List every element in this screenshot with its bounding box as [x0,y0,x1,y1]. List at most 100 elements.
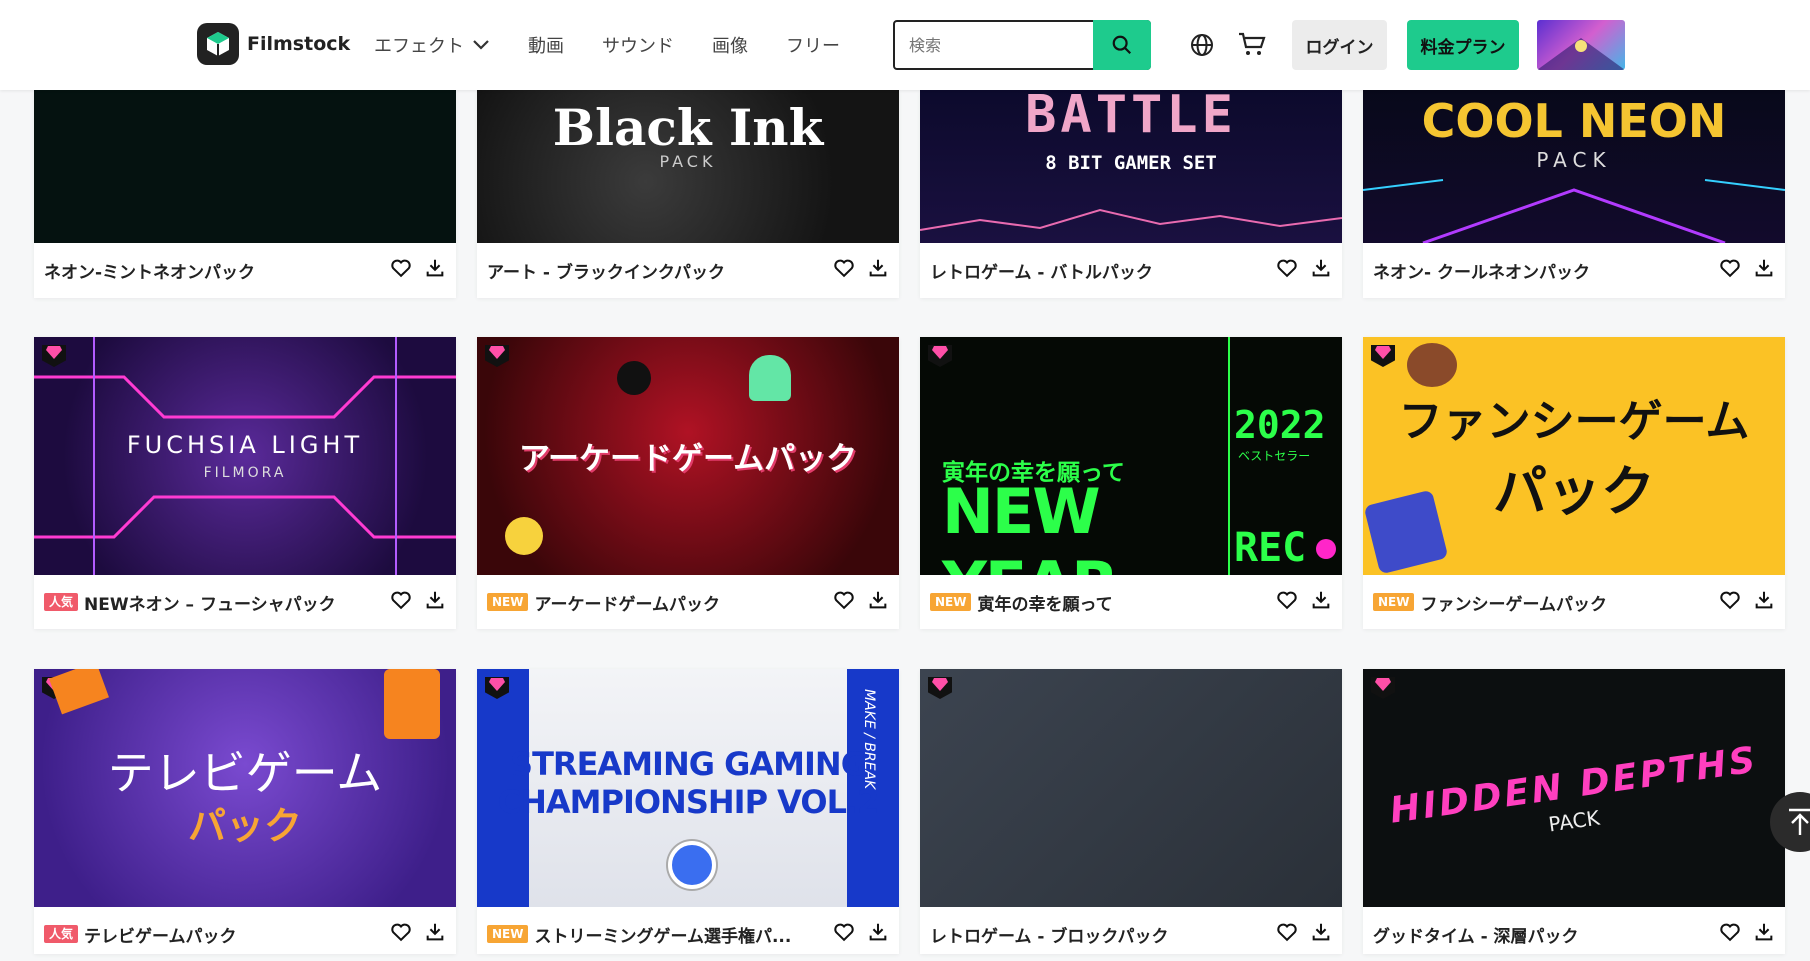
card-title[interactable]: ネオン- クールネオンパック [1373,258,1590,283]
heart-icon[interactable] [1719,257,1741,283]
premium-gem-icon [1371,677,1395,699]
thumb-title: ファンシーゲーム [1398,396,1750,447]
card-title-text: ファンシーゲームパック [1420,594,1607,615]
card-title[interactable]: NEW ファンシーゲームパック [1373,590,1607,615]
thumb-title: COOL NEON [1421,94,1727,148]
download-icon[interactable] [1310,589,1332,615]
download-icon[interactable] [867,257,889,283]
card-thumbnail[interactable]: MAKE / BREAK STREAMING GAMING CHAMPIONSH… [477,669,899,907]
thumb-title: アーケードゲームパック [518,441,858,477]
nav-label: エフェクト [374,36,464,57]
card-thumbnail[interactable]: アーケードゲームパック [477,337,899,575]
heart-icon[interactable] [390,257,412,283]
cart-icon[interactable] [1238,32,1266,62]
thumb-title: テレビゲーム [107,746,383,800]
heart-icon[interactable] [1719,589,1741,615]
effect-card[interactable]: レトロゲーム - ブロックパック [920,669,1342,954]
effect-card[interactable]: COOL NEON PACK ネオン- クールネオンパック [1363,90,1785,298]
nav-image[interactable]: 画像 [712,32,748,58]
effect-card[interactable]: アーケードゲームパック NEW アーケードゲームパック [477,337,899,629]
premium-gem-icon [928,677,952,699]
card-title-text: ネオン- クールネオンパック [1373,262,1590,283]
heart-icon[interactable] [1276,257,1298,283]
promo-thumbnail[interactable] [1537,20,1625,70]
download-icon[interactable] [867,589,889,615]
card-thumbnail[interactable]: テレビゲーム パック [34,669,456,907]
card-title[interactable]: グッドタイム - 深層パック [1373,922,1579,947]
card-title[interactable]: アート - ブラックインクパック [487,258,725,283]
card-thumbnail[interactable]: Black Ink PACK [477,90,899,243]
card-thumbnail[interactable] [920,669,1342,907]
download-icon[interactable] [424,921,446,947]
nav-label: 画像 [712,36,748,57]
effect-card[interactable]: FUCHSIA LIGHT FILMORA 人気 NEWネオン – フューシャパッ… [34,337,456,629]
card-thumbnail[interactable]: ファンシーゲーム パック [1363,337,1785,575]
heart-icon[interactable] [1276,589,1298,615]
card-title[interactable]: NEW ストリーミングゲーム選手権パ... [487,922,791,947]
card-title-text: テレビゲームパック [84,926,237,947]
card-thumbnail[interactable]: HIDDEN DEPTHS PACK [1363,669,1785,907]
card-title[interactable]: ネオン-ミントネオンパック [44,258,255,283]
effect-card[interactable]: Black Ink PACK アート - ブラックインクパック [477,90,899,298]
heart-icon[interactable] [833,589,855,615]
card-title-text: グッドタイム - 深層パック [1373,926,1579,947]
heart-icon[interactable] [1276,921,1298,947]
card-title[interactable]: レトロゲーム - バトルパック [930,258,1153,283]
download-icon[interactable] [424,257,446,283]
effect-card[interactable]: テレビゲーム パック 人気 テレビゲームパック [34,669,456,954]
card-title[interactable]: NEW 寅年の幸を願って [930,590,1113,615]
thumb-side-label: ベストセラー [1238,449,1311,463]
heart-icon[interactable] [833,257,855,283]
search-input[interactable] [895,22,1113,68]
card-thumbnail[interactable]: FUCHSIA LIGHT FILMORA [34,337,456,575]
nav-sound[interactable]: サウンド [602,32,674,58]
download-icon[interactable] [1753,589,1775,615]
nav-video[interactable]: 動画 [528,32,564,58]
rec-dot [1316,539,1336,559]
effect-card[interactable]: HIDDEN DEPTHS PACK グッドタイム - 深層パック [1363,669,1785,954]
heart-icon[interactable] [1719,921,1741,947]
card-title[interactable]: レトロゲーム - ブロックパック [930,922,1169,947]
card-title[interactable]: 人気 テレビゲームパック [44,922,237,947]
search-icon [1112,35,1132,55]
globe-icon[interactable] [1190,33,1214,61]
nav-effects[interactable]: エフェクト [374,32,490,58]
effect-card[interactable]: 2022 ベストセラー REC 寅年の幸を願って NEW YEAR NEW 寅年の… [920,337,1342,629]
thumb-title: STREAMING GAMING [510,745,867,783]
filmstock-logo-icon [197,23,239,65]
card-thumbnail[interactable]: BATTLE 8 BIT GAMER SET [920,90,1342,243]
chevron-down-icon [473,40,489,50]
effect-card[interactable]: ネオン-ミントネオンパック [34,30,456,298]
download-icon[interactable] [1310,921,1332,947]
pricing-button[interactable]: 料金プラン [1407,20,1519,70]
arrow-up-icon [1789,808,1810,835]
premium-gem-icon [928,345,952,367]
download-icon[interactable] [1753,921,1775,947]
download-icon[interactable] [867,921,889,947]
heart-icon[interactable] [390,589,412,615]
thumb-subtitle: PACK [1536,148,1612,172]
nav-free[interactable]: フリー [786,32,840,58]
download-icon[interactable] [424,589,446,615]
download-icon[interactable] [1753,257,1775,283]
download-icon[interactable] [1310,257,1332,283]
card-title-text: アート - ブラックインクパック [487,262,726,283]
search-button[interactable] [1093,20,1151,70]
new-badge: NEW [487,925,529,943]
card-title-text: アーケードゲームパック [534,594,720,615]
card-thumbnail[interactable]: COOL NEON PACK [1363,90,1785,243]
heart-icon[interactable] [390,921,412,947]
effect-card[interactable]: MAKE / BREAK STREAMING GAMING CHAMPIONSH… [477,669,899,954]
card-thumbnail[interactable]: 2022 ベストセラー REC 寅年の幸を願って NEW YEAR [920,337,1342,575]
effect-card[interactable]: ファンシーゲーム パック NEW ファンシーゲームパック [1363,337,1785,629]
login-button[interactable]: ログイン [1292,20,1387,70]
main-nav: エフェクト 動画 サウンド 画像 フリー [374,32,840,58]
card-title[interactable]: 人気 NEWネオン – フューシャパック [44,590,336,615]
effect-card[interactable]: BATTLE 8 BIT GAMER SET レトロゲーム - バトルパック [920,90,1342,298]
heart-icon[interactable] [833,921,855,947]
card-title-text: ネオン-ミントネオンパック [44,262,256,283]
thumb-title: FUCHSIA LIGHT [126,431,364,459]
card-title[interactable]: NEW アーケードゲームパック [487,590,720,615]
logo-text: Filmstock [247,33,351,55]
logo[interactable]: Filmstock [197,23,350,65]
